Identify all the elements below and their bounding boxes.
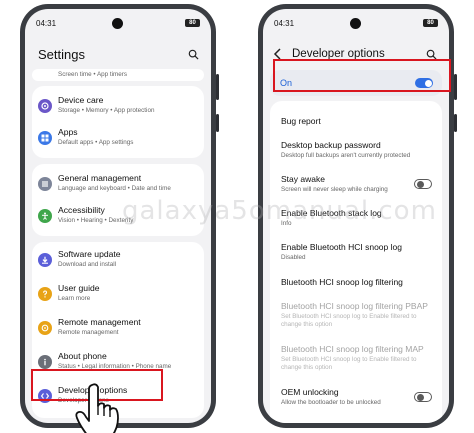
list-item-title: About phone (58, 351, 107, 361)
power-button (454, 114, 457, 132)
toggle-knob (416, 181, 424, 189)
front-camera (112, 18, 123, 29)
settings-card-digital-wellbeing: Screen time • App timers (32, 69, 204, 81)
software-update-icon (38, 253, 52, 267)
option-hci-filtering-pbap: Bluetooth HCI snoop log filtering PBAP S… (281, 301, 432, 329)
option-subtitle: Allow the bootloader to be unlocked (281, 399, 381, 406)
status-time: 04:31 (36, 19, 57, 28)
settings-card-device: Device care Storage • Memory • App prote… (32, 86, 204, 158)
stage: 04:31 80 Settings Screen time • App time… (0, 0, 474, 433)
list-item-subtitle: Language and keyboard • Date and time (58, 185, 171, 192)
master-switch-highlight (273, 59, 451, 92)
option-subtitle: Desktop full backups aren't currently pr… (281, 152, 411, 159)
oem-unlocking-toggle[interactable] (414, 392, 432, 402)
list-item-title: Accessibility (58, 205, 105, 215)
option-subtitle: Disabled (281, 254, 306, 261)
remote-management-icon (38, 321, 52, 335)
power-button (216, 114, 219, 132)
settings-item-apps[interactable]: Apps Default apps • App settings (32, 124, 204, 154)
option-oem-unlocking[interactable]: OEM unlocking Allow the bootloader to be… (281, 387, 432, 407)
volume-button (216, 74, 219, 100)
list-item-subtitle: Screen time • App timers (58, 71, 128, 78)
battery-icon: 80 (423, 19, 438, 27)
general-management-icon (38, 177, 52, 191)
volume-button (454, 74, 457, 100)
option-hci-filtering-map: Bluetooth HCI snoop log filtering MAP Se… (281, 344, 432, 372)
settings-header: Settings (38, 47, 199, 65)
option-subtitle: Set Bluetooth HCI snoop log to Enable fi… (281, 356, 417, 371)
list-item-title: General management (58, 173, 142, 183)
option-title: Enable Bluetooth HCI snoop log (281, 242, 402, 252)
pointing-hand-icon (75, 383, 119, 433)
settings-item-user-guide[interactable]: User guide Learn more (32, 280, 204, 310)
option-title: Bug report (281, 116, 321, 126)
option-title: Bluetooth HCI snoop log filtering MAP (281, 344, 424, 354)
option-hci-snoop-log-filtering[interactable]: Bluetooth HCI snoop log filtering (281, 277, 432, 287)
option-title: Stay awake (281, 174, 325, 184)
search-icon[interactable] (188, 49, 199, 60)
option-title: Desktop backup password (281, 140, 381, 150)
user-guide-icon (38, 287, 52, 301)
list-item-subtitle: Storage • Memory • App protection (58, 107, 155, 114)
settings-item-software-update[interactable]: Software update Download and install (32, 246, 204, 276)
option-subtitle: Screen will never sleep while charging (281, 186, 388, 193)
list-item-title: Apps (58, 127, 78, 137)
status-bar: 04:31 80 (25, 9, 211, 29)
battery-icon: 80 (185, 19, 200, 27)
option-subtitle: Set Bluetooth HCI snoop log to Enable fi… (281, 313, 417, 328)
settings-item-remote-management[interactable]: Remote management Remote management (32, 314, 204, 344)
toggle-knob (416, 394, 424, 402)
info-icon (38, 355, 52, 369)
option-title: Bluetooth HCI snoop log filtering (281, 277, 403, 287)
option-title: OEM unlocking (281, 387, 339, 397)
option-bluetooth-hci-snoop-log[interactable]: Enable Bluetooth HCI snoop log Disabled (281, 242, 432, 262)
accessibility-icon (38, 209, 52, 223)
front-camera (350, 18, 361, 29)
status-time: 04:31 (274, 19, 295, 28)
option-bug-report[interactable]: Bug report (281, 116, 432, 126)
list-item-title: User guide (58, 283, 100, 293)
watermark: galaxya5omanual.com (122, 196, 437, 226)
list-item-title: Software update (58, 249, 121, 259)
list-item-subtitle: Default apps • App settings (58, 139, 134, 146)
page-title: Settings (38, 47, 85, 62)
option-title: Bluetooth HCI snoop log filtering PBAP (281, 301, 428, 311)
option-desktop-backup-password[interactable]: Desktop backup password Desktop full bac… (281, 140, 432, 160)
developer-options-list: Bug report Desktop backup password Deskt… (270, 101, 442, 423)
settings-item-device-care[interactable]: Device care Storage • Memory • App prote… (32, 92, 204, 122)
list-item-subtitle: Learn more (58, 295, 91, 302)
stay-awake-toggle[interactable] (414, 179, 432, 189)
apps-grid-icon (38, 131, 52, 145)
option-stay-awake[interactable]: Stay awake Screen will never sleep while… (281, 174, 432, 194)
device-care-icon (38, 99, 52, 113)
list-item-title: Device care (58, 95, 104, 105)
list-item-subtitle: Remote management (58, 329, 119, 336)
list-item-subtitle: Download and install (58, 261, 117, 268)
list-item-title: Remote management (58, 317, 141, 327)
status-bar: 04:31 80 (263, 9, 449, 29)
